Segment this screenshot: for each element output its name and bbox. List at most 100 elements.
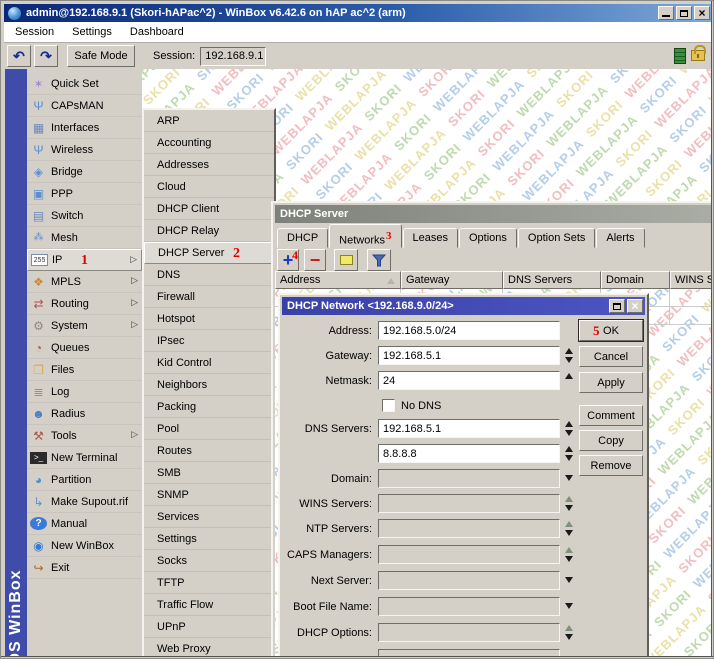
- sidebar-item-radius[interactable]: Radius: [27, 403, 142, 425]
- sidebar-item-ppp[interactable]: PPP: [27, 183, 142, 205]
- spinner-updown-icon[interactable]: [563, 519, 577, 538]
- sidebar-item-manual[interactable]: Manual: [27, 513, 142, 535]
- submenu-item-routes[interactable]: Routes: [144, 440, 274, 462]
- submenu-item-pool[interactable]: Pool: [144, 418, 274, 440]
- submenu-item-dhcp-client[interactable]: DHCP Client: [144, 198, 274, 220]
- submenu-item-arp[interactable]: ARP: [144, 110, 274, 132]
- sidebar-item-bridge[interactable]: Bridge: [27, 161, 142, 183]
- gateway-input[interactable]: [378, 346, 560, 365]
- tab-alerts[interactable]: Alerts: [596, 228, 644, 248]
- caps-managers-input[interactable]: [378, 545, 560, 564]
- submenu-item-cloud[interactable]: Cloud: [144, 176, 274, 198]
- comment-button[interactable]: Comment: [579, 405, 643, 426]
- no-dns-checkbox[interactable]: [382, 399, 395, 412]
- session-value-box[interactable]: 192.168.9.1: [200, 47, 266, 66]
- dialog-close-button[interactable]: ×: [627, 299, 643, 313]
- sidebar-item-make-supout[interactable]: Make Supout.rif: [27, 491, 142, 513]
- redo-button[interactable]: ↷: [34, 45, 58, 67]
- dhcp-options-input[interactable]: [378, 623, 560, 642]
- submenu-item-smb[interactable]: SMB: [144, 462, 274, 484]
- sidebar-item-quick-set[interactable]: Quick Set: [27, 73, 142, 95]
- sidebar-item-wireless[interactable]: Wireless: [27, 139, 142, 161]
- tab-leases[interactable]: Leases: [403, 228, 458, 248]
- spinner-updown-icon[interactable]: [563, 623, 577, 642]
- dropdown-arrow-icon[interactable]: [563, 571, 577, 590]
- address-input[interactable]: [378, 321, 560, 340]
- sidebar-item-queues[interactable]: Queues: [27, 337, 142, 359]
- submenu-item-services[interactable]: Services: [144, 506, 274, 528]
- submenu-item-upnp[interactable]: UPnP: [144, 616, 274, 638]
- ntp-servers-input[interactable]: [378, 519, 560, 538]
- tab-dhcp[interactable]: DHCP: [277, 228, 328, 248]
- submenu-item-settings[interactable]: Settings: [144, 528, 274, 550]
- remove-button[interactable]: Remove: [579, 455, 643, 476]
- submenu-item-dhcp-relay[interactable]: DHCP Relay: [144, 220, 274, 242]
- sidebar-item-new-winbox[interactable]: New WinBox: [27, 535, 142, 557]
- submenu-item-packing[interactable]: Packing: [144, 396, 274, 418]
- submenu-item-hotspot[interactable]: Hotspot: [144, 308, 274, 330]
- submenu-item-traffic-flow[interactable]: Traffic Flow: [144, 594, 274, 616]
- wins-servers-input[interactable]: [378, 494, 560, 513]
- dialog-title-bar[interactable]: DHCP Network <192.168.9.0/24> ×: [282, 297, 645, 315]
- submenu-item-kid-control[interactable]: Kid Control: [144, 352, 274, 374]
- submenu-item-firewall[interactable]: Firewall: [144, 286, 274, 308]
- sidebar-item-partition[interactable]: Partition: [27, 469, 142, 491]
- column-header-dns-servers[interactable]: DNS Servers: [503, 271, 601, 289]
- spinner-up-icon[interactable]: [563, 371, 577, 390]
- dialog-maximize-button[interactable]: [609, 299, 625, 313]
- submenu-item-tftp[interactable]: TFTP: [144, 572, 274, 594]
- submenu-item-accounting[interactable]: Accounting: [144, 132, 274, 154]
- tab-networks[interactable]: Networks3: [329, 224, 401, 248]
- submenu-item-dns[interactable]: DNS: [144, 264, 274, 286]
- spinner-updown-icon[interactable]: [563, 494, 577, 513]
- column-header-domain[interactable]: Domain: [601, 271, 670, 289]
- sidebar-item-mpls[interactable]: MPLS: [27, 271, 142, 293]
- sidebar-item-system[interactable]: System: [27, 315, 142, 337]
- dropdown-arrow-icon[interactable]: [563, 469, 577, 488]
- menu-settings[interactable]: Settings: [66, 24, 118, 40]
- submenu-item-snmp[interactable]: SNMP: [144, 484, 274, 506]
- sidebar-item-files[interactable]: Files: [27, 359, 142, 381]
- menu-dashboard[interactable]: Dashboard: [124, 24, 190, 40]
- spinner-updown-icon[interactable]: [563, 346, 577, 365]
- domain-input[interactable]: [378, 469, 560, 488]
- submenu-item-ipsec[interactable]: IPsec: [144, 330, 274, 352]
- submenu-item-addresses[interactable]: Addresses: [144, 154, 274, 176]
- sidebar-item-new-terminal[interactable]: New Terminal: [27, 447, 142, 469]
- submenu-item-dhcp-server[interactable]: DHCP Server2: [144, 242, 274, 264]
- filter-button[interactable]: [367, 249, 391, 271]
- sidebar-item-mesh[interactable]: Mesh: [27, 227, 142, 249]
- sidebar-item-routing[interactable]: Routing: [27, 293, 142, 315]
- safe-mode-button[interactable]: Safe Mode: [67, 45, 135, 67]
- spinner-updown-icon[interactable]: [563, 444, 577, 463]
- sidebar-item-log[interactable]: Log: [27, 381, 142, 403]
- column-header-address[interactable]: Address: [275, 271, 401, 289]
- sidebar-item-interfaces[interactable]: Interfaces: [27, 117, 142, 139]
- sidebar-item-switch[interactable]: Switch: [27, 205, 142, 227]
- sidebar-item-ip[interactable]: IP1: [27, 249, 142, 271]
- sidebar-item-exit[interactable]: Exit: [27, 557, 142, 579]
- submenu-item-neighbors[interactable]: Neighbors: [144, 374, 274, 396]
- dns-server-input[interactable]: [378, 419, 560, 438]
- copy-button[interactable]: Copy: [579, 430, 643, 451]
- minimize-button[interactable]: [658, 6, 674, 20]
- tab-options[interactable]: Options: [459, 228, 517, 248]
- add-button[interactable]: +4: [277, 249, 299, 271]
- spinner-updown-icon[interactable]: [563, 545, 577, 564]
- undo-button[interactable]: ↶: [7, 45, 31, 67]
- submenu-item-socks[interactable]: Socks: [144, 550, 274, 572]
- column-header-wins[interactable]: WINS S: [670, 271, 714, 289]
- ok-button[interactable]: 5OK: [579, 320, 643, 341]
- next-server-input[interactable]: [378, 571, 560, 590]
- spinner-updown-icon[interactable]: [563, 419, 577, 438]
- apply-button[interactable]: Apply: [579, 372, 643, 393]
- menu-session[interactable]: Session: [9, 24, 60, 40]
- column-header-gateway[interactable]: Gateway: [401, 271, 503, 289]
- sidebar-item-capsman[interactable]: CAPsMAN: [27, 95, 142, 117]
- app-title-bar[interactable]: admin@192.168.9.1 (Skori-hAPac^2) - WinB…: [4, 4, 712, 22]
- tab-option-sets[interactable]: Option Sets: [518, 228, 595, 248]
- remove-entry-button[interactable]: −: [304, 249, 326, 271]
- dhcp-server-title-bar[interactable]: DHCP Server: [275, 205, 714, 223]
- netmask-input[interactable]: [378, 371, 560, 390]
- dropdown-arrow-icon[interactable]: [563, 597, 577, 616]
